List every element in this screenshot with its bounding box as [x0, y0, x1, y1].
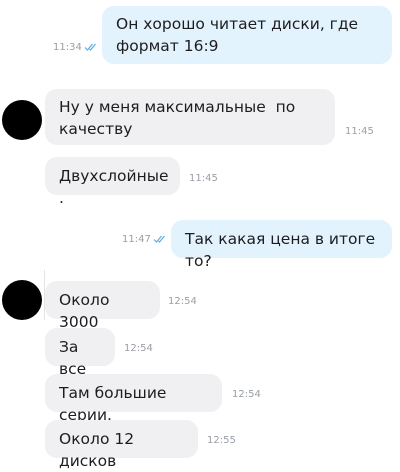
message-bubble-incoming[interactable]: Там большие серии. [45, 374, 222, 424]
message-text: Двухслойные . [59, 167, 174, 207]
message-time: 11:45 [345, 126, 374, 137]
message-time: 12:54 [168, 296, 197, 307]
double-check-icon [84, 43, 96, 51]
message-time: 12:54 [232, 389, 261, 400]
message-time: 11:45 [189, 173, 218, 184]
message-text: Около 12 дисков [59, 430, 140, 470]
message-bubble-incoming[interactable]: Ну у меня максимальные по качеству [45, 89, 335, 145]
avatar[interactable] [2, 100, 42, 140]
message-bubble-outgoing[interactable]: Так какая цена в итоге то? [171, 220, 392, 270]
double-check-icon [153, 235, 165, 243]
message-time: 12:55 [207, 435, 236, 446]
message-time: 11:34 [53, 42, 82, 53]
message-time: 12:54 [124, 343, 153, 354]
message-text: Около 3000 [59, 291, 115, 331]
message-text: Так какая цена в итоге то? [185, 230, 381, 270]
message-bubble-outgoing[interactable]: Он хорошо читает диски, где формат 16:9 [102, 6, 392, 64]
message-bubble-incoming[interactable]: Около 12 дисков [45, 420, 198, 470]
message-bubble-incoming[interactable]: За все [45, 328, 115, 378]
avatar[interactable] [2, 280, 42, 320]
message-bubble-incoming[interactable]: Около 3000 [45, 281, 160, 331]
message-bubble-incoming[interactable]: Двухслойные . [45, 157, 180, 207]
message-text: Ну у меня максимальные по качеству [59, 98, 301, 138]
message-time: 11:47 [122, 234, 151, 245]
message-text: Он хорошо читает диски, где формат 16:9 [116, 15, 364, 55]
